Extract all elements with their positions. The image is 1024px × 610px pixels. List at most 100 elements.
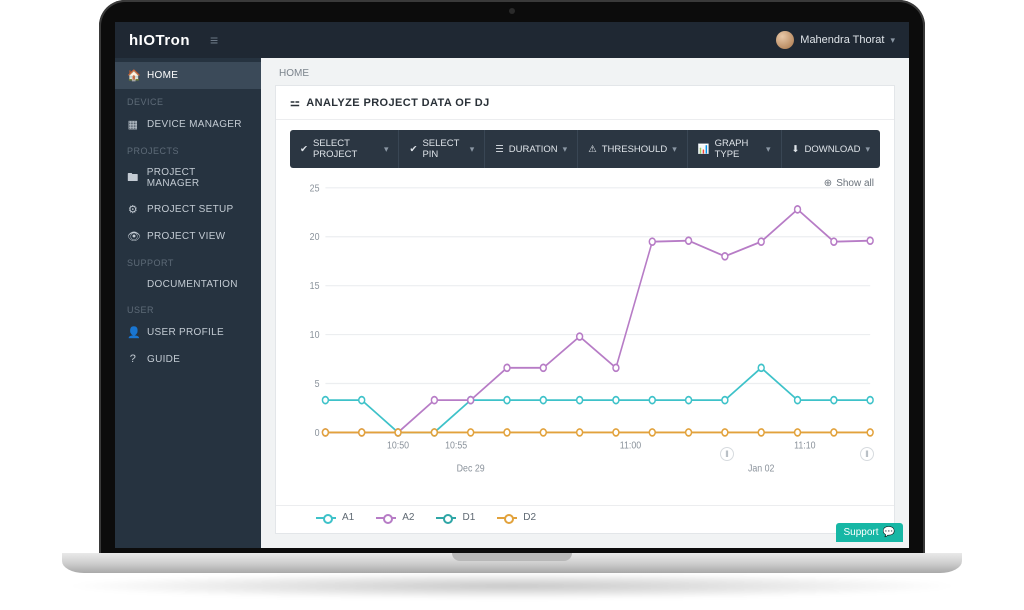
filter-select-project[interactable]: ✔ SELECT PROJECT ▾ [290, 130, 399, 168]
home-icon: 🏠 [127, 69, 139, 82]
chart-legend: A1 A2 D1 D2 [276, 505, 894, 533]
svg-text:5: 5 [315, 378, 320, 390]
legend-label: D1 [462, 512, 475, 523]
chevron-down-icon: ▾ [470, 144, 475, 155]
sidebar-item-label: PROJECT SETUP [147, 204, 234, 215]
svg-text:Jan 02: Jan 02 [748, 463, 775, 475]
laptop-bezel: hIOTron ≡ Mahendra Thorat ▾ 🏠 HOME DEVIC… [99, 0, 925, 558]
sidebar-item-home[interactable]: 🏠 HOME [115, 62, 261, 89]
sidebar-item-label: GUIDE [147, 354, 180, 365]
chevron-down-icon: ▾ [890, 35, 895, 46]
svg-text:0: 0 [315, 427, 320, 439]
filter-bar: ✔ SELECT PROJECT ▾ ✔ SELECT PIN ▾ ☰ DURA… [290, 130, 880, 168]
camera-dot [509, 8, 515, 14]
sidebar-section-projects: PROJECTS [115, 138, 261, 160]
range-handle-left[interactable]: ‖ [720, 447, 734, 461]
filter-download[interactable]: ⬇ DOWNLOAD ▾ [782, 130, 880, 168]
line-chart: 0 5 10 15 20 25 10:50 10:55 11:00 11:10 Dec 29 Jan … [290, 174, 880, 497]
svg-text:20: 20 [310, 232, 320, 244]
filter-label: DURATION [509, 144, 558, 155]
svg-text:25: 25 [310, 183, 320, 195]
gear-icon: ⚙ [127, 203, 139, 216]
sidebar-section-device: DEVICE [115, 89, 261, 111]
svg-text:Dec 29: Dec 29 [457, 463, 485, 475]
list-icon: ☰ [495, 144, 504, 155]
chip-icon: ▦ [127, 118, 139, 131]
filter-label: SELECT PIN [422, 138, 464, 160]
svg-text:10:55: 10:55 [445, 440, 467, 452]
svg-text:10: 10 [310, 329, 320, 341]
warning-icon: ⚠ [588, 144, 597, 155]
sidebar-item-project-manager[interactable]: 🖿 PROJECT MANAGER [115, 160, 261, 196]
filter-graph-type[interactable]: 📊 GRAPH TYPE ▾ [688, 130, 782, 168]
support-button[interactable]: Support 💬 [836, 523, 903, 542]
chevron-down-icon: ▾ [672, 144, 677, 155]
sidebar-item-label: PROJECT MANAGER [147, 167, 249, 189]
download-icon: ⬇ [792, 144, 800, 155]
sidebar-item-label: HOME [147, 70, 178, 81]
content-area: HOME ⚍ ANALYZE PROJECT DATA OF DJ ✔ SELE… [261, 58, 909, 548]
sidebar: 🏠 HOME DEVICE ▦ DEVICE MANAGER PROJECTS … [115, 58, 261, 548]
sidebar-item-label: USER PROFILE [147, 327, 224, 338]
support-label: Support [844, 527, 879, 538]
sidebar-section-support: SUPPORT [115, 250, 261, 272]
sidebar-section-user: USER [115, 297, 261, 319]
chevron-down-icon: ▾ [384, 144, 389, 155]
filter-label: GRAPH TYPE [715, 138, 761, 160]
filter-label: SELECT PROJECT [313, 138, 379, 160]
hamburger-icon[interactable]: ≡ [210, 32, 218, 48]
sidebar-item-project-view[interactable]: 👁 PROJECT VIEW [115, 223, 261, 250]
analyze-card: ⚍ ANALYZE PROJECT DATA OF DJ ✔ SELECT PR… [275, 85, 895, 534]
sidebar-item-documentation[interactable]: DOCUMENTATION [115, 272, 261, 297]
question-icon: ? [127, 353, 139, 365]
laptop-shadow [62, 573, 962, 599]
range-handle-right[interactable]: ‖ [860, 447, 874, 461]
filter-duration[interactable]: ☰ DURATION ▾ [485, 130, 578, 168]
legend-label: A1 [342, 512, 354, 523]
user-menu[interactable]: Mahendra Thorat ▾ [776, 31, 909, 49]
sidebar-item-label: DOCUMENTATION [147, 279, 238, 290]
chevron-down-icon: ▾ [766, 144, 771, 155]
legend-a1[interactable]: A1 [316, 512, 354, 523]
sidebar-item-project-setup[interactable]: ⚙ PROJECT SETUP [115, 196, 261, 223]
folder-icon: 🖿 [127, 169, 139, 188]
svg-text:10:50: 10:50 [387, 440, 409, 452]
legend-a2[interactable]: A2 [376, 512, 414, 523]
chart-icon: 📊 [698, 144, 710, 155]
sliders-icon: ⚍ [290, 96, 300, 109]
chart-area: ⊕ Show all 0 5 10 15 20 25 10:50 10:55 11:00 11:1… [290, 174, 880, 497]
show-all-button[interactable]: ⊕ Show all [824, 178, 874, 189]
filter-label: THRESHOULD [602, 144, 667, 155]
brand-logo[interactable]: hIOTron [115, 32, 204, 49]
zoom-icon: ⊕ [824, 178, 832, 189]
chat-icon: 💬 [883, 527, 895, 538]
page-title: ⚍ ANALYZE PROJECT DATA OF DJ [276, 86, 894, 120]
user-name: Mahendra Thorat [800, 34, 884, 46]
legend-label: D2 [523, 512, 536, 523]
show-all-label: Show all [836, 178, 874, 189]
topbar: hIOTron ≡ Mahendra Thorat ▾ [115, 22, 909, 58]
legend-d1[interactable]: D1 [436, 512, 475, 523]
filter-label: DOWNLOAD [805, 144, 861, 155]
avatar [776, 31, 794, 49]
breadcrumb: HOME [261, 58, 909, 85]
sidebar-item-device-manager[interactable]: ▦ DEVICE MANAGER [115, 111, 261, 138]
app-screen: hIOTron ≡ Mahendra Thorat ▾ 🏠 HOME DEVIC… [115, 22, 909, 548]
laptop-base [62, 553, 962, 573]
legend-d2[interactable]: D2 [497, 512, 536, 523]
filter-threshold[interactable]: ⚠ THRESHOULD ▾ [578, 130, 688, 168]
eye-icon: 👁 [127, 230, 139, 243]
check-icon: ✔ [300, 144, 308, 155]
legend-label: A2 [402, 512, 414, 523]
page-title-text: ANALYZE PROJECT DATA OF DJ [306, 97, 489, 109]
sidebar-item-label: PROJECT VIEW [147, 231, 225, 242]
sidebar-item-guide[interactable]: ? GUIDE [115, 346, 261, 372]
sidebar-item-user-profile[interactable]: 👤 USER PROFILE [115, 319, 261, 346]
chevron-down-icon: ▾ [865, 144, 870, 155]
check-icon: ✔ [409, 144, 417, 155]
svg-text:11:10: 11:10 [794, 440, 815, 452]
svg-text:11:00: 11:00 [620, 440, 641, 452]
svg-text:15: 15 [310, 281, 320, 293]
sidebar-item-label: DEVICE MANAGER [147, 119, 242, 130]
filter-select-pin[interactable]: ✔ SELECT PIN ▾ [399, 130, 485, 168]
